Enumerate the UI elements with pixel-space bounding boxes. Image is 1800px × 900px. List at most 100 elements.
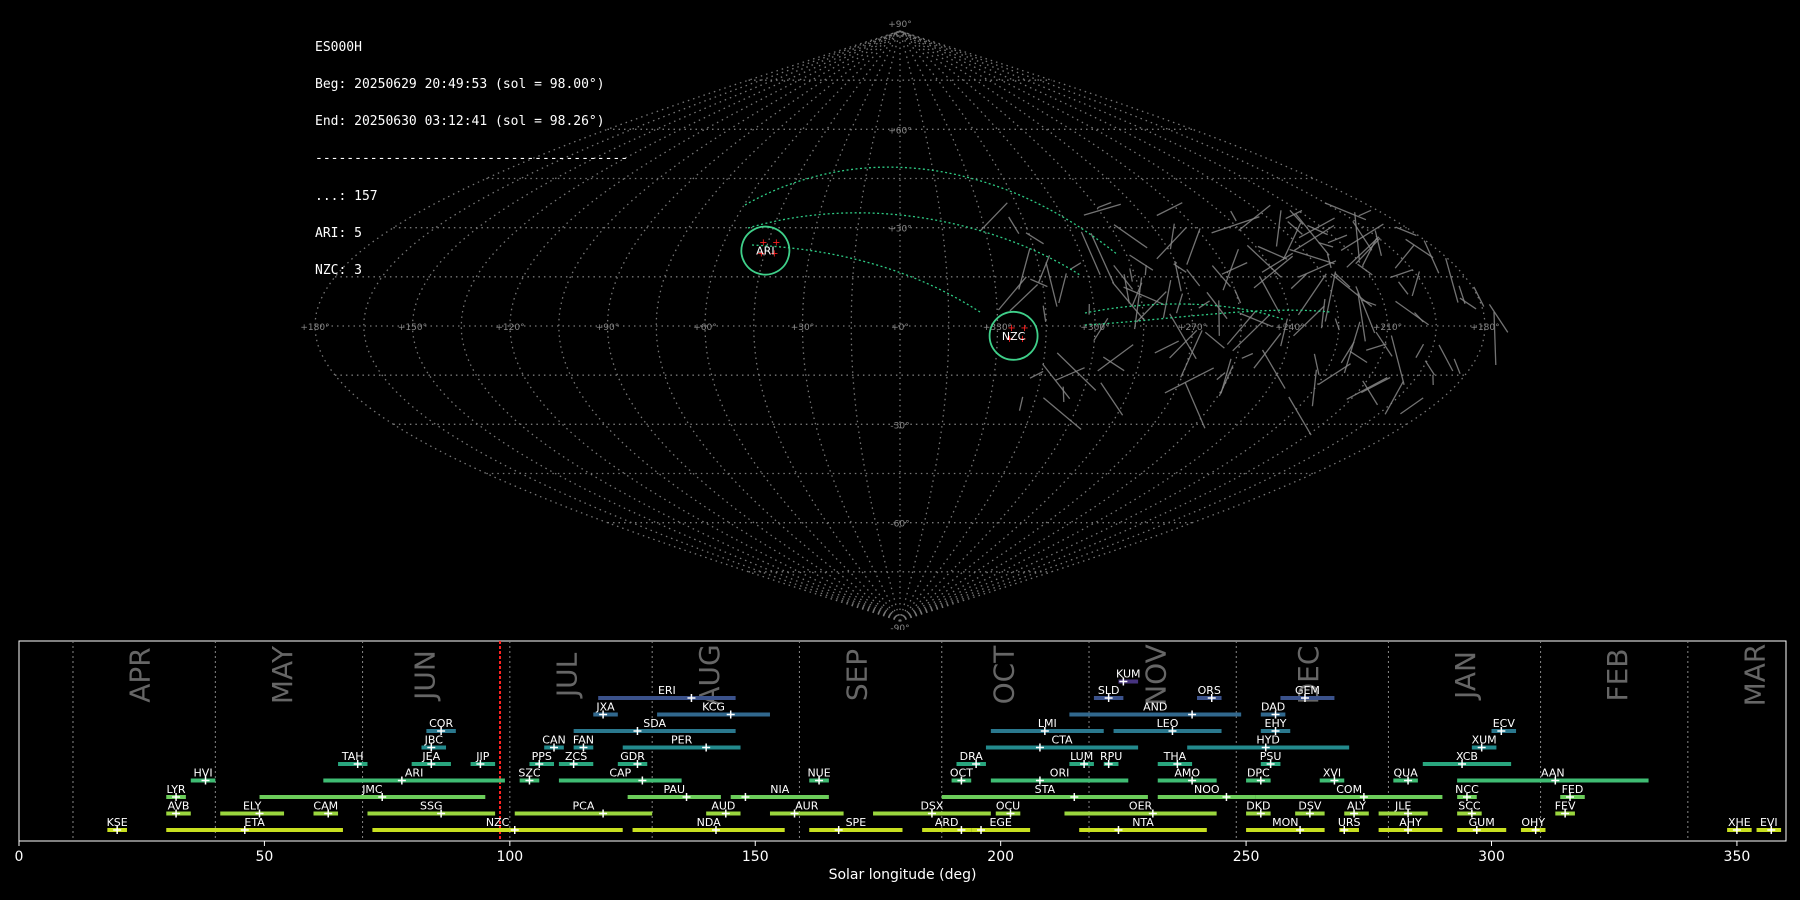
sporadic-trail: [1366, 343, 1387, 351]
sporadic-trail: [1080, 231, 1101, 275]
sporadic-trail: [1129, 254, 1154, 271]
shower-label: OHY: [1521, 816, 1545, 829]
shower-fan: FAN: [573, 734, 594, 752]
sporadic-trail: [1355, 237, 1381, 265]
shower-label: KSE: [107, 816, 128, 829]
sporadic-trail: [1206, 291, 1228, 320]
shower-label: LMI: [1038, 717, 1057, 730]
shower-ncc: NCC: [1455, 783, 1479, 801]
x-tick-label: 100: [496, 849, 523, 865]
shower-label: JMC: [361, 783, 383, 796]
shower-label: JEA: [421, 750, 440, 763]
shower-label: DAD: [1261, 701, 1285, 714]
shower-label: COM: [1336, 783, 1362, 796]
shower-label: JXA: [595, 701, 615, 714]
shower-label: JLE: [1394, 800, 1411, 813]
shower-label: OER: [1129, 800, 1153, 813]
sporadic-trail: [1334, 318, 1340, 331]
shower-arcs: [744, 166, 1331, 326]
shower-label: NCC: [1455, 783, 1479, 796]
sporadic-trail: [1129, 268, 1133, 282]
month-label: NOV: [1140, 644, 1173, 706]
shower-label: FEV: [1555, 800, 1576, 813]
shower-psu: PSU: [1260, 750, 1281, 768]
sporadic-trail: [1453, 358, 1461, 375]
month-label: APR: [124, 647, 157, 703]
shower-dpc: DPC: [1246, 767, 1271, 785]
shower-xhe: XHE: [1727, 816, 1752, 834]
shower-label: STA: [1035, 783, 1056, 796]
sporadic-trail: [1186, 268, 1201, 287]
shower-label: SZC: [518, 767, 541, 780]
shower-label: GDR: [620, 750, 645, 763]
shower-label: SCC: [1458, 800, 1481, 813]
x-tick-label: 300: [1478, 849, 1505, 865]
shower-label: GEM: [1295, 684, 1320, 697]
sporadic-trail: [1218, 300, 1220, 336]
shower-arc: [1084, 303, 1286, 321]
sporadic-trail: [1216, 372, 1226, 381]
shower-label: AAN: [1541, 767, 1565, 780]
shower-jxa: JXA: [593, 701, 618, 719]
sporadic-trail: [1154, 340, 1179, 354]
shower-ors: ORS: [1197, 684, 1222, 702]
shower-sld: SLD: [1093, 684, 1124, 702]
sporadic-trail: [1058, 273, 1067, 304]
sporadic-trail: [1234, 289, 1242, 304]
month-label: OCT: [988, 645, 1021, 705]
sporadic-trail: [1156, 202, 1183, 217]
sporadic-trail: [1394, 244, 1415, 269]
shower-label: NTA: [1132, 816, 1154, 829]
shower-ocu: OCU: [995, 800, 1021, 818]
longitude-label: +180°: [300, 323, 329, 333]
sporadic-trail: [1100, 382, 1124, 416]
shower-timeline: APR MAY JUN JUL AUG SEP OCT NOV DEC JAN FEB MARKUME…: [15, 640, 1787, 883]
shower-label: AMO: [1174, 767, 1200, 780]
sporadic-trail: [1253, 255, 1294, 289]
month-label: FEB: [1601, 648, 1634, 701]
shower-label: ELY: [243, 800, 262, 813]
sporadic-trail: [1259, 276, 1281, 314]
sporadic-trail: [1008, 216, 1020, 235]
shower-label: JIP: [475, 750, 489, 763]
shower-label: ORI: [1050, 767, 1070, 780]
sporadic-trail: [1358, 209, 1372, 217]
shower-kum: KUM: [1116, 668, 1141, 686]
sporadic-trail: [1025, 232, 1044, 245]
shower-avb: AVB: [166, 800, 191, 818]
sporadic-trail: [1169, 223, 1175, 250]
sporadic-trail: [1405, 238, 1434, 259]
info-separator: ----------------------------------------: [315, 151, 629, 167]
shower-dkd: DKD: [1246, 800, 1271, 818]
sporadic-trail: [1062, 386, 1065, 403]
sporadic-trail: [1414, 312, 1424, 323]
shower-lum: LUM: [1069, 750, 1094, 768]
shower-xvi: XVI: [1319, 767, 1345, 785]
sporadic-trail: [1384, 381, 1404, 415]
sporadic-trail: [1253, 332, 1282, 369]
shower-label: DSX: [920, 800, 943, 813]
shower-label: TAH: [341, 750, 364, 763]
shower-label: LUM: [1070, 750, 1093, 763]
begin-time: Beg: 20250629 20:49:53 (sol = 98.00°): [315, 77, 605, 93]
sporadic-trail: [1055, 367, 1085, 381]
sporadic-trail: [1164, 367, 1214, 394]
shower-label: DSV: [1298, 800, 1321, 813]
sporadic-trail: [1362, 237, 1378, 266]
shower-label: GUM: [1469, 816, 1495, 829]
shower-hvi: HVI: [190, 767, 216, 785]
sporadic-trail: [1045, 262, 1058, 307]
sporadic-trail: [1395, 300, 1430, 326]
shower-ehy: EHY: [1260, 717, 1291, 735]
month-label: MAY: [266, 645, 299, 704]
sporadic-trail: [1097, 344, 1134, 372]
shower-oct: OCT: [950, 767, 973, 785]
sporadic-trail: [1389, 269, 1413, 279]
longitude-label: +150°: [398, 323, 427, 333]
shower-kse: KSE: [107, 816, 128, 834]
sporadic-trail: [1184, 382, 1206, 429]
shower-label: OCT: [950, 767, 973, 780]
shower-label: CAP: [609, 767, 631, 780]
shower-label: XVI: [1323, 767, 1341, 780]
sporadic-trail: [997, 276, 1027, 311]
